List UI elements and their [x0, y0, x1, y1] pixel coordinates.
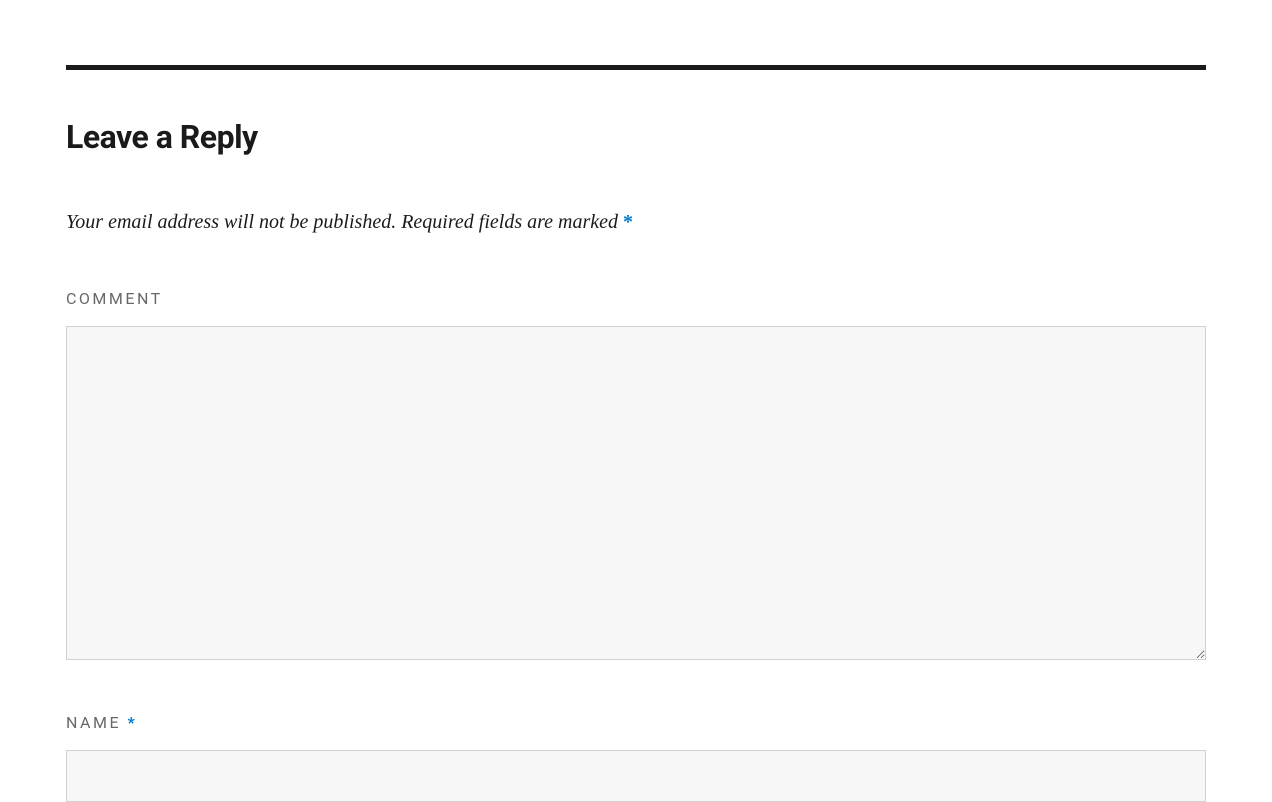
section-divider: [66, 65, 1206, 70]
name-required-marker: *: [128, 713, 138, 732]
comment-label-text: COMMENT: [66, 289, 163, 308]
email-notice: Your email address will not be published…: [66, 211, 1206, 234]
reply-form-container: Leave a Reply Your email address will no…: [66, 0, 1206, 802]
reply-heading: Leave a Reply: [66, 118, 1206, 156]
name-label-text: NAME: [66, 713, 128, 732]
required-marker-icon: *: [623, 211, 633, 233]
comment-label: COMMENT: [66, 289, 1206, 308]
notice-text: Your email address will not be published…: [66, 211, 623, 233]
name-input[interactable]: [66, 750, 1206, 802]
comment-textarea[interactable]: [66, 326, 1206, 660]
name-label: NAME *: [66, 713, 1206, 732]
